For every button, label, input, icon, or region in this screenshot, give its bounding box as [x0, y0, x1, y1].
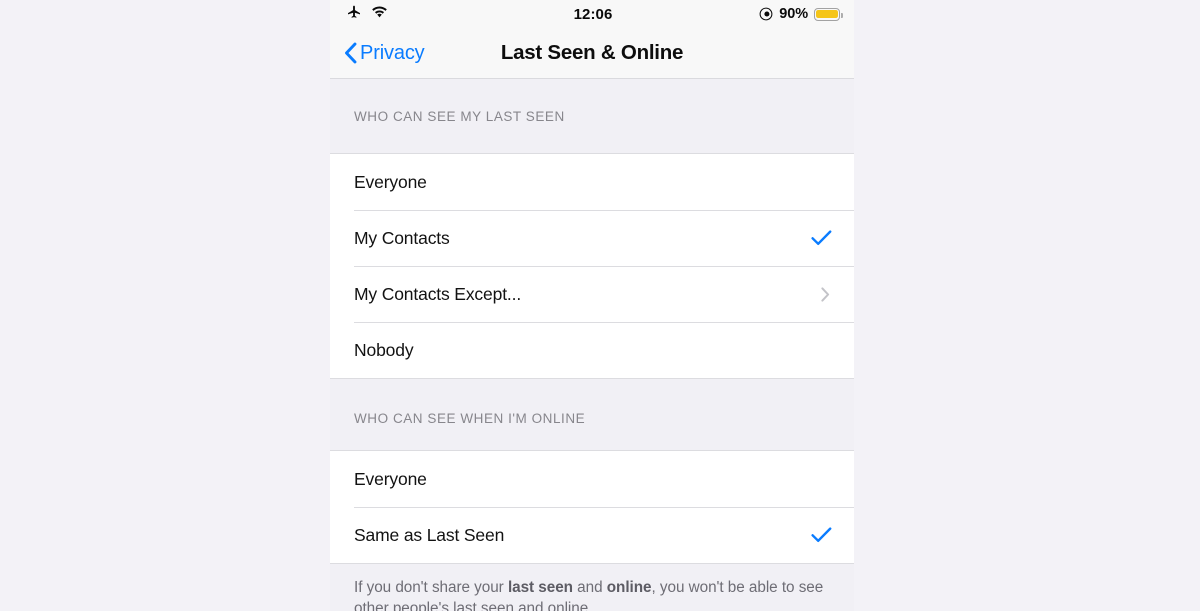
section-card-online: Everyone Same as Last Seen — [330, 450, 854, 564]
option-row-everyone-online[interactable]: Everyone — [330, 451, 854, 507]
do-not-disturb-icon — [759, 7, 773, 21]
battery-icon — [814, 7, 843, 21]
option-label: My Contacts Except... — [354, 283, 522, 304]
phone-screenshot: WABETAINFO WABETAINFO WABETAINFO WABETAI… — [330, 0, 854, 611]
option-row-my-contacts-except[interactable]: My Contacts Except... — [330, 266, 854, 322]
airplane-mode-icon — [346, 4, 362, 25]
status-bar: 12:06 90% — [330, 0, 854, 28]
option-label: Everyone — [354, 468, 427, 489]
section-header-online: WHO CAN SEE WHEN I'M ONLINE — [354, 410, 586, 426]
option-row-same-as-last-seen[interactable]: Same as Last Seen — [330, 507, 854, 563]
section-card-last-seen: Everyone My Contacts My Contacts Except.… — [330, 153, 854, 379]
option-row-nobody[interactable]: Nobody — [330, 322, 854, 378]
footer-text-bold1: last seen — [507, 579, 573, 596]
status-bar-time: 12:06 — [573, 5, 613, 23]
option-label: Nobody — [354, 339, 414, 360]
footer-text-part1: If you don't share your — [354, 579, 508, 596]
footer-text-part2: and — [572, 579, 607, 596]
status-bar-right: 90% — [612, 6, 843, 22]
chevron-left-icon — [344, 42, 357, 64]
wifi-icon — [371, 5, 388, 23]
back-button[interactable]: Privacy — [344, 42, 425, 65]
checkmark-icon — [810, 227, 832, 249]
option-label: Same as Last Seen — [354, 524, 505, 545]
footer-text-bold2: online — [606, 579, 652, 596]
option-row-my-contacts[interactable]: My Contacts — [330, 210, 854, 266]
section-footer-note: If you don't share your last seen and on… — [330, 564, 854, 611]
settings-list[interactable]: WHO CAN SEE MY LAST SEEN Everyone My Con… — [330, 79, 854, 611]
status-bar-left — [346, 4, 574, 25]
battery-percent-label: 90% — [779, 6, 808, 22]
chevron-right-icon — [818, 284, 832, 304]
battery-fill — [816, 9, 838, 19]
option-label: Everyone — [354, 171, 427, 192]
section-header-last-seen: WHO CAN SEE MY LAST SEEN — [354, 108, 565, 124]
checkmark-icon — [810, 524, 832, 546]
option-label: My Contacts — [354, 227, 450, 248]
option-row-everyone-lastseen[interactable]: Everyone — [330, 154, 854, 210]
back-button-label: Privacy — [360, 41, 425, 64]
navigation-bar: Privacy Last Seen & Online — [330, 28, 854, 79]
